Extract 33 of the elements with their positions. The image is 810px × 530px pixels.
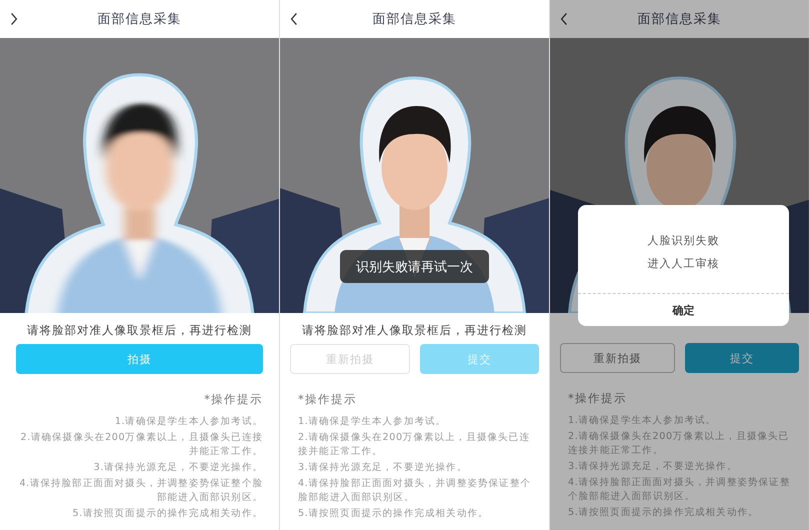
- tip-text: 1.请确保是学生本人参加考试。: [114, 415, 263, 429]
- instruction-text: 请将脸部对准人像取景框后，再进行检测: [301, 322, 528, 339]
- dialog-text: 人脸识别失败: [648, 233, 720, 248]
- tips-heading: *操作提示: [298, 392, 358, 407]
- tip-text: 4.请保持脸部正面面对摄头，并调整姿势保证整个脸部能进入面部识别区。: [568, 476, 792, 504]
- tip-text: 2.请确保摄像头在200万像素以上，且摄像头已连接并能正常工作。: [298, 431, 531, 459]
- chevron-right-icon[interactable]: [10, 12, 18, 26]
- instruction-text: 请将脸部对准人像取景框后，再进行检测: [26, 322, 253, 339]
- tip-text: 2.请确保摄像头在200万像素以上，且摄像头已连接并能正常工作。: [568, 430, 790, 458]
- tip-text: 2.请确保摄像头在200万像素以上，且摄像头已连接并能正常工作。: [20, 431, 263, 459]
- tips-heading: *操作提示: [203, 392, 263, 407]
- page-title: 面部信息采集: [98, 11, 182, 28]
- submit-button[interactable]: 提交: [684, 343, 799, 373]
- tips-heading: *操作提示: [568, 391, 628, 406]
- retake-button[interactable]: 重新拍摄: [560, 343, 674, 373]
- tip-text: 4.请保持脸部正面面对摄头，并调整姿势保证整个脸部能进入面部识别区。: [18, 477, 263, 505]
- back-icon[interactable]: [290, 12, 298, 26]
- tip-text: 3.请保持光源充足，不要逆光操作。: [298, 461, 468, 475]
- tip-text: 1.请确保是学生本人参加考试。: [568, 414, 718, 428]
- tip-text: 1.请确保是学生本人参加考试。: [298, 415, 448, 429]
- tip-text: 3.请保持光源充足，不要逆光操作。: [568, 460, 738, 474]
- dialog-text: 进入人工审核: [648, 256, 720, 271]
- tip-text: 5.请按照页面提示的操作完成相关动作。: [298, 507, 490, 521]
- capture-button[interactable]: 拍摄: [16, 344, 263, 374]
- page-title: 面部信息采集: [638, 11, 722, 28]
- page-title: 面部信息采集: [372, 11, 456, 28]
- toast-message: 识别失败请再试一次: [340, 250, 489, 283]
- tip-text: 5.请按照页面提示的操作完成相关动作。: [71, 507, 263, 521]
- tip-text: 3.请保持光源充足，不要逆光操作。: [92, 461, 263, 475]
- tip-text: 5.请按照页面提示的操作完成相关动作。: [568, 506, 760, 520]
- tip-text: 4.请保持脸部正面面对摄头，并调整姿势保证整个脸部能进入面部识别区。: [298, 477, 532, 505]
- confirm-button[interactable]: 确定: [578, 294, 789, 326]
- back-icon[interactable]: [560, 12, 568, 26]
